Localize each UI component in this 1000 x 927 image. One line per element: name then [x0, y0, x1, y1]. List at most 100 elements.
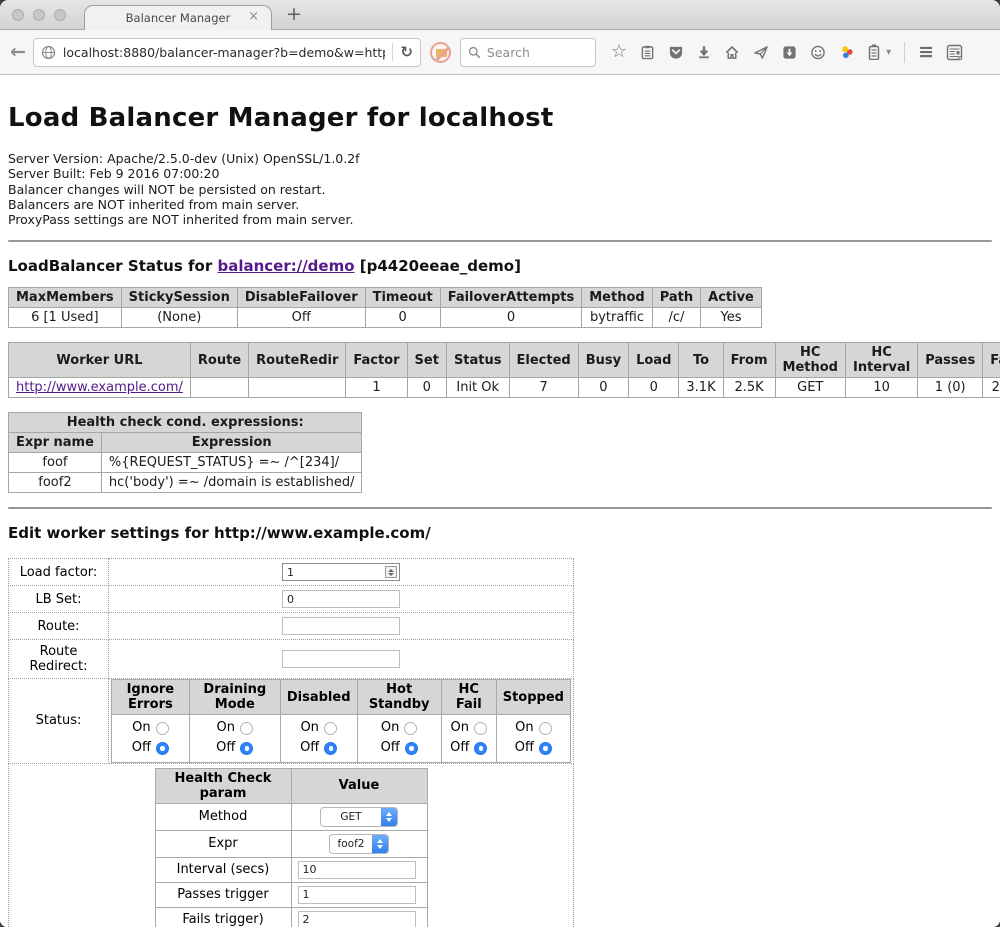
urlbar-divider	[392, 43, 393, 61]
col-stopped: Stopped	[496, 680, 570, 715]
spinner-icon[interactable]	[385, 566, 397, 578]
back-button[interactable]: ←	[10, 43, 26, 62]
col-failoverattempts: FailoverAttempts	[440, 288, 582, 308]
hc-expr-value: foof2	[330, 838, 372, 850]
radio-ignore-errors-on[interactable]	[156, 722, 169, 735]
form-row-lb-set: LB Set:	[9, 586, 574, 613]
route-redirect-input[interactable]	[282, 650, 400, 668]
edit-worker-form: Load factor: LB Set: Route: Route Redire…	[8, 558, 574, 927]
reload-icon[interactable]: ↻	[400, 43, 413, 61]
route-input[interactable]	[282, 617, 400, 635]
hc-passes-input[interactable]	[298, 886, 416, 904]
hc-expr-label: Expr	[155, 830, 291, 857]
search-bar[interactable]: Search	[460, 38, 596, 67]
select-stepper-icon	[381, 807, 397, 827]
col-hc-interval: HC Interval	[845, 343, 917, 378]
send-icon[interactable]	[753, 45, 769, 60]
table-row: foof2 hc('body') =~ /domain is establish…	[9, 473, 362, 493]
cell-expression: hc('body') =~ /domain is established/	[101, 473, 362, 493]
col-hc-method: HC Method	[775, 343, 845, 378]
cell-hc-method: GET	[775, 378, 845, 398]
zoom-window-button[interactable]	[54, 9, 66, 21]
radio-draining-mode-off[interactable]	[240, 742, 253, 755]
divider	[8, 507, 992, 509]
cell-passes: 1 (0)	[918, 378, 983, 398]
radio-disabled-on[interactable]	[324, 722, 337, 735]
navigation-toolbar: ← localhost:8880/balancer-manager?b=demo…	[0, 30, 1000, 75]
radio-draining-mode-on[interactable]	[240, 722, 253, 735]
health-check-param-table: Health Check param Value Method GET	[155, 768, 428, 927]
lb-set-input[interactable]	[282, 590, 400, 608]
table-row: foof %{REQUEST_STATUS} =~ /^[234]/	[9, 453, 362, 473]
col-disabled: Disabled	[280, 680, 357, 715]
hc-expr-title: Health check cond. expressions:	[9, 413, 362, 433]
chat-smiley-icon[interactable]	[810, 45, 826, 60]
bookmark-star-icon[interactable]: ☆	[611, 43, 627, 61]
on-label: On	[515, 718, 533, 738]
hc-interval-input[interactable]	[298, 861, 416, 879]
battery-status-icon[interactable]	[868, 44, 880, 60]
cell-from: 2.5K	[723, 378, 775, 398]
downloads-icon[interactable]	[697, 45, 711, 60]
minimize-window-button[interactable]	[33, 9, 45, 21]
on-label: On	[300, 718, 318, 738]
col-passes: Passes	[918, 343, 983, 378]
browser-window: Balancer Manager × + ← localhost:8880/ba…	[0, 0, 1000, 927]
radio-stopped-off[interactable]	[539, 742, 552, 755]
content-blocked-icon[interactable]	[430, 42, 451, 63]
new-tab-button[interactable]: +	[286, 3, 302, 25]
cell-path: /c/	[652, 308, 700, 328]
balancer-demo-link[interactable]: balancer://demo	[217, 257, 354, 275]
url-bar[interactable]: localhost:8880/balancer-manager?b=demo&w…	[33, 38, 421, 67]
col-routeredir: RouteRedir	[249, 343, 346, 378]
worker-url-link[interactable]: http://www.example.com/	[16, 380, 183, 395]
col-disablefailover: DisableFailover	[237, 288, 365, 308]
col-active: Active	[701, 288, 762, 308]
cell-stickysession: (None)	[121, 308, 237, 328]
cell-failoverattempts: 0	[440, 308, 582, 328]
pocket-icon[interactable]	[668, 45, 684, 60]
radio-stopped-on[interactable]	[539, 722, 552, 735]
table-header-row: Worker URL Route RouteRedir Factor Set S…	[9, 343, 1000, 378]
form-row-route: Route:	[9, 613, 574, 640]
col-elected: Elected	[509, 343, 578, 378]
extension-download-icon[interactable]	[782, 45, 797, 60]
chevron-down-icon[interactable]: ▾	[886, 47, 891, 58]
reading-list-icon[interactable]	[640, 45, 655, 60]
hc-fails-label: Fails trigger)	[155, 907, 291, 927]
col-hot-standby: Hot Standby	[357, 680, 441, 715]
cell-elected: 7	[509, 378, 578, 398]
load-factor-input[interactable]	[282, 563, 400, 581]
hc-method-select[interactable]: GET	[320, 807, 398, 827]
table-title-row: Health check cond. expressions:	[9, 413, 362, 433]
radio-hc-fail-on[interactable]	[474, 722, 487, 735]
form-row-route-redirect: Route Redirect:	[9, 640, 574, 679]
hc-expressions-table: Health check cond. expressions: Expr nam…	[8, 412, 362, 493]
radio-hc-fail-off[interactable]	[474, 742, 487, 755]
tab-close-icon[interactable]: ×	[248, 10, 259, 23]
col-path: Path	[652, 288, 700, 308]
hc-expr-select[interactable]: foof2	[329, 834, 389, 854]
route-label: Route:	[9, 613, 109, 640]
url-text[interactable]: localhost:8880/balancer-manager?b=demo&w…	[63, 45, 385, 60]
radio-disabled-off[interactable]	[324, 742, 337, 755]
status-toggle-table: Ignore Errors Draining Mode Disabled Hot…	[111, 679, 571, 762]
cell-maxmembers: 6 [1 Used]	[9, 308, 122, 328]
radio-ignore-errors-off[interactable]	[156, 742, 169, 755]
col-hc-param: Health Check param	[155, 768, 291, 803]
search-placeholder[interactable]: Search	[487, 45, 530, 60]
color-dots-icon[interactable]	[839, 45, 855, 60]
on-label: On	[381, 718, 399, 738]
radio-hot-standby-on[interactable]	[404, 722, 417, 735]
menu-icon[interactable]: ≡	[918, 41, 933, 63]
tab-bar: Balancer Manager × +	[0, 0, 1000, 30]
hc-fails-input[interactable]	[298, 911, 416, 927]
server-info: Server Version: Apache/2.5.0-dev (Unix) …	[8, 151, 992, 227]
server-built-line: Server Built: Feb 9 2016 07:00:20	[8, 166, 992, 181]
home-icon[interactable]	[724, 45, 740, 60]
close-window-button[interactable]	[12, 9, 24, 21]
radio-hot-standby-off[interactable]	[405, 742, 418, 755]
web-clipper-icon[interactable]	[946, 44, 963, 61]
off-label: Off	[132, 738, 151, 758]
tab-balancer-manager[interactable]: Balancer Manager ×	[84, 5, 272, 30]
